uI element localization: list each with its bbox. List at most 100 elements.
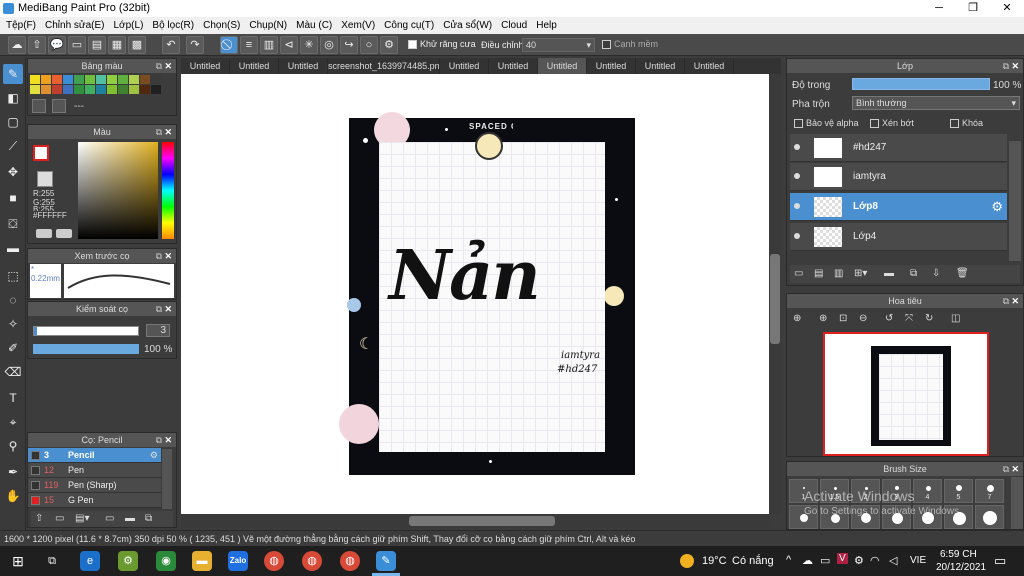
tab-document[interactable]: Untitled [685, 58, 734, 74]
brush-opacity-slider[interactable] [33, 344, 139, 354]
comment-icon[interactable]: 💬 [48, 36, 66, 54]
reset-icon[interactable]: ⤧ [905, 313, 913, 324]
brush-size-cell[interactable]: 7 [975, 479, 1004, 503]
close-panel-icon[interactable]: ✕ [164, 249, 172, 263]
swatch[interactable] [30, 85, 40, 94]
visibility-icon[interactable] [794, 173, 800, 179]
chrome-icon-3[interactable]: ◍ [340, 551, 360, 571]
new-folder-icon[interactable]: ▬ [884, 268, 894, 279]
undock-icon[interactable]: ⧉ [156, 59, 162, 73]
menu-filter[interactable]: Bộ lọc(R) [152, 20, 194, 31]
close-panel-icon[interactable]: ✕ [164, 59, 172, 73]
magic-wand-tool-icon[interactable]: ✧ [3, 314, 23, 334]
dropper-tool-icon[interactable]: ⚲ [3, 436, 23, 456]
horizontal-scrollbar[interactable] [181, 514, 769, 528]
brush-duplicate-icon[interactable]: ⧉ [145, 513, 152, 524]
rotate-right-icon[interactable]: ↻ [925, 313, 933, 324]
swatch[interactable] [107, 75, 117, 84]
swatch[interactable] [107, 85, 117, 94]
tab-document[interactable]: Untitled [440, 58, 489, 74]
soft-edge-checkbox[interactable]: Cạnh mềm [602, 39, 658, 50]
swatch-grid[interactable] [30, 75, 161, 95]
tab-document[interactable]: Untitled [587, 58, 636, 74]
add-brush-icon[interactable]: ⇧ [35, 513, 43, 524]
primary-color-swatch[interactable] [33, 145, 49, 161]
swatch[interactable] [30, 75, 40, 84]
tray-icon-4[interactable]: ⚙ [854, 554, 864, 567]
swatch[interactable] [140, 85, 150, 94]
snap-off-icon[interactable]: ⃠ [220, 36, 238, 54]
wifi-icon[interactable]: ◠ [870, 554, 880, 567]
brush-tool-icon[interactable]: ✎ [3, 64, 23, 84]
lock-checkbox[interactable]: Khóa [950, 118, 983, 129]
snap-perspective-icon[interactable]: ⊲ [280, 36, 298, 54]
undock-icon[interactable]: ⧉ [156, 125, 162, 139]
brush-folder-icon[interactable]: ▬ [125, 513, 135, 524]
undock-icon[interactable]: ⧉ [1003, 59, 1009, 73]
menu-tools[interactable]: Công cụ(T) [384, 20, 434, 31]
chrome-icon[interactable]: ◍ [264, 551, 284, 571]
move-tool-icon[interactable]: ✥ [3, 162, 23, 182]
zoom-in-icon[interactable]: ⊕ [819, 313, 827, 324]
undock-icon[interactable]: ⧉ [1003, 462, 1009, 476]
snap-parallel-icon[interactable]: ≡ [240, 36, 258, 54]
new-brush-icon[interactable]: ▭ [55, 513, 64, 524]
weather-text[interactable]: Có nắng [732, 555, 774, 567]
panel-icon[interactable]: ▦ [108, 36, 126, 54]
brush-item-pen[interactable]: 12 Pen [28, 463, 161, 478]
delete-palette-icon[interactable] [52, 99, 66, 113]
rect-tool-icon[interactable]: ▢ [3, 112, 23, 132]
notification-icon[interactable]: ▭ [994, 553, 1006, 569]
app-icon-2[interactable]: ◉ [156, 551, 176, 571]
layer-row[interactable]: iamtyra [790, 163, 1007, 191]
scrollbar-thumb[interactable] [409, 516, 555, 526]
adjust-select[interactable]: 40 ▾ [522, 38, 595, 52]
new-layer-8bit-icon[interactable]: ▤ [814, 268, 823, 279]
chrome-icon-2[interactable]: ◍ [302, 551, 322, 571]
delete-layer-icon[interactable]: 🗑 [956, 268, 969, 279]
gradient-tool-icon[interactable]: ▬ [3, 238, 23, 258]
eyedropper-tool-icon[interactable]: ✒ [3, 462, 23, 482]
swatch[interactable] [118, 75, 128, 84]
layer-row[interactable]: #hd247 [790, 134, 1007, 162]
tray-app-icon[interactable]: ▭ [820, 554, 830, 567]
tab-document[interactable]: Untitled [279, 58, 328, 74]
redo-icon[interactable]: ↷ [186, 36, 204, 54]
merge-layer-icon[interactable]: ⇩ [932, 268, 940, 279]
tab-document[interactable]: Untitled [181, 58, 230, 74]
menu-color[interactable]: Màu (C) [296, 20, 332, 31]
weather-sun-icon[interactable] [680, 554, 694, 568]
zoom-icon[interactable]: ⊕ [793, 313, 801, 324]
menu-select[interactable]: Chọn(S) [203, 20, 240, 31]
tray-v-icon[interactable]: V [837, 553, 848, 564]
close-panel-icon[interactable]: ✕ [1011, 294, 1019, 308]
swatch[interactable] [140, 75, 150, 84]
new-layer-icon[interactable]: ▭ [794, 268, 803, 279]
tab-document-active[interactable]: Untitled [538, 58, 587, 74]
duplicate-layer-icon[interactable]: ⧉ [910, 268, 917, 279]
snap-ellipse-icon[interactable]: ○ [360, 36, 378, 54]
file-explorer-icon[interactable]: ▬ [192, 551, 212, 571]
brush-size-slider[interactable] [33, 326, 139, 336]
lasso-tool-icon[interactable]: ◌ [3, 290, 23, 310]
brush-size-cell[interactable]: 5 [944, 479, 973, 503]
artwork-page[interactable]: ☾ SPACED OUT Nản iamtyra #hd247 [339, 112, 635, 475]
snap-radial-icon[interactable]: ✳ [300, 36, 318, 54]
eraser-tool-icon[interactable]: ◧ [3, 88, 23, 108]
swatch[interactable] [63, 85, 73, 94]
chevron-up-icon[interactable]: ^ [786, 554, 791, 566]
close-panel-icon[interactable]: ✕ [1011, 462, 1019, 476]
edge-icon[interactable]: e [80, 551, 100, 571]
menu-cloud[interactable]: Cloud [501, 20, 527, 31]
clock-date[interactable]: 20/12/2021 [936, 562, 986, 573]
volume-icon[interactable]: ◁ [889, 554, 897, 567]
brush-size-cell[interactable]: 4 [913, 479, 942, 503]
language-indicator[interactable]: VIE [910, 555, 926, 566]
swatch[interactable] [96, 75, 106, 84]
brush-item-pen-sharp[interactable]: 119 Pen (Sharp) [28, 478, 161, 493]
layer-list-scrollbar[interactable] [1009, 141, 1021, 261]
bucket-tool-icon[interactable]: ⛋ [3, 214, 23, 234]
swatch[interactable] [63, 75, 73, 84]
visibility-icon[interactable] [794, 233, 800, 239]
snap-curve-icon[interactable]: ↪ [340, 36, 358, 54]
